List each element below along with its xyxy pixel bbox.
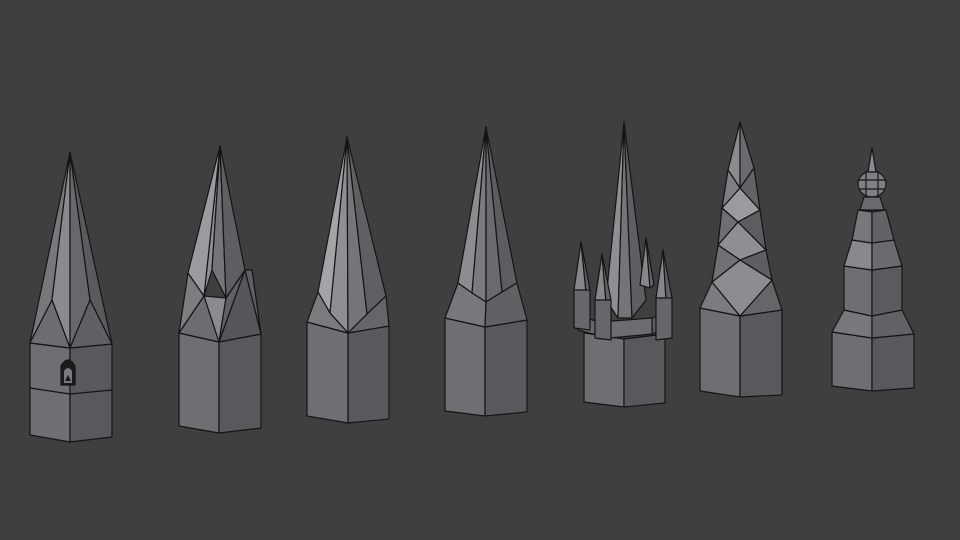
3d-viewport[interactable] bbox=[0, 0, 960, 540]
spire-1[interactable] bbox=[29, 151, 113, 443]
spire-3[interactable] bbox=[306, 136, 390, 424]
spire-7[interactable] bbox=[831, 147, 915, 392]
spire-4[interactable] bbox=[444, 126, 528, 417]
spire-6[interactable] bbox=[699, 121, 783, 398]
spire-2[interactable] bbox=[178, 145, 262, 434]
spire-5[interactable] bbox=[573, 121, 673, 408]
scene-canvas[interactable] bbox=[0, 0, 960, 540]
